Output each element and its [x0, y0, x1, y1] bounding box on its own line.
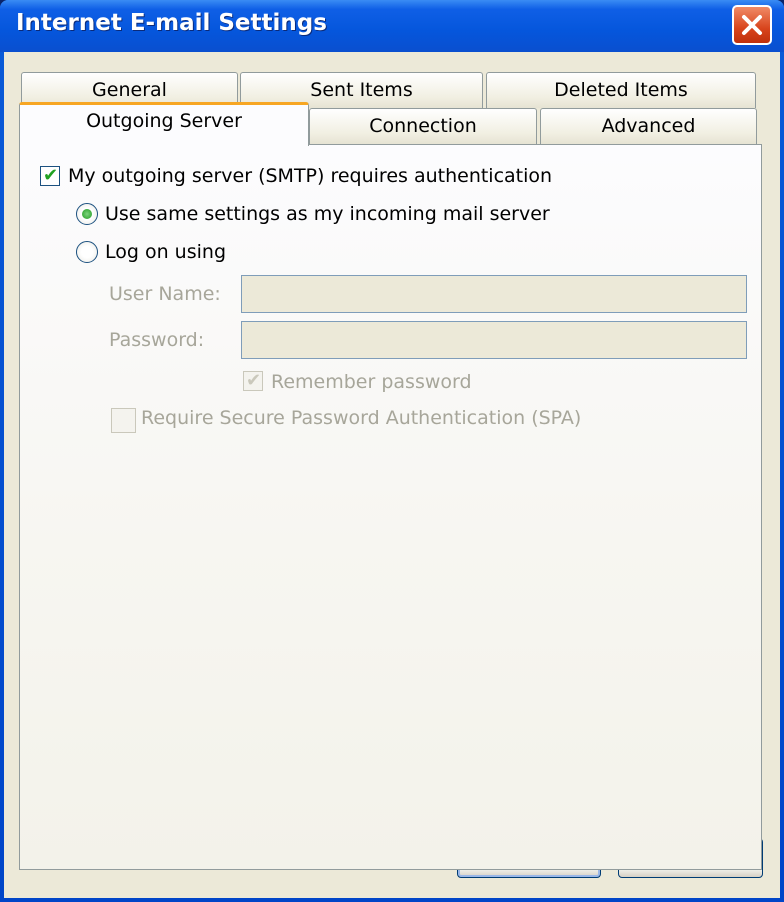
username-label: User Name:	[109, 283, 221, 305]
tab-label: Deleted Items	[554, 79, 688, 101]
username-input[interactable]	[241, 275, 747, 313]
use-same-settings-label[interactable]: Use same settings as my incoming mail se…	[105, 203, 550, 225]
password-input[interactable]	[241, 321, 747, 359]
tab-deleted-items[interactable]: Deleted Items	[486, 72, 756, 108]
log-on-using-radio[interactable]	[76, 241, 98, 263]
dialog-client-area: General Sent Items Deleted Items Outgoin…	[4, 52, 780, 898]
password-label: Password:	[109, 329, 205, 351]
tab-label: Advanced	[601, 115, 696, 137]
title-bar[interactable]: Internet E-mail Settings	[0, 0, 784, 52]
dialog-window: Internet E-mail Settings General Sent It…	[0, 0, 784, 902]
tab-outgoing-server[interactable]: Outgoing Server	[19, 102, 309, 146]
tab-label: Connection	[369, 115, 477, 137]
tab-connection[interactable]: Connection	[309, 108, 537, 144]
use-same-settings-radio[interactable]	[76, 203, 98, 225]
smtp-auth-label[interactable]: My outgoing server (SMTP) requires authe…	[68, 165, 552, 187]
tab-label: Outgoing Server	[86, 110, 242, 132]
remember-password-label[interactable]: Remember password	[271, 371, 472, 393]
close-x-icon	[742, 15, 762, 35]
spa-label[interactable]: Require Secure Password Authentication (…	[141, 407, 581, 429]
remember-password-checkbox[interactable]: ✔	[243, 370, 263, 391]
window-title: Internet E-mail Settings	[16, 10, 327, 36]
checkmark-icon: ✔	[246, 370, 262, 391]
tab-label: General	[92, 79, 167, 101]
close-button[interactable]	[732, 5, 772, 45]
tab-advanced[interactable]: Advanced	[540, 108, 757, 144]
checkmark-icon: ✔	[43, 165, 59, 186]
spa-checkbox[interactable]	[111, 408, 136, 433]
log-on-using-label[interactable]: Log on using	[105, 241, 226, 263]
tab-label: Sent Items	[310, 79, 413, 101]
smtp-auth-checkbox[interactable]: ✔	[40, 165, 60, 186]
outgoing-server-panel: ✔ My outgoing server (SMTP) requires aut…	[19, 144, 762, 870]
radio-selected-dot	[82, 209, 92, 219]
